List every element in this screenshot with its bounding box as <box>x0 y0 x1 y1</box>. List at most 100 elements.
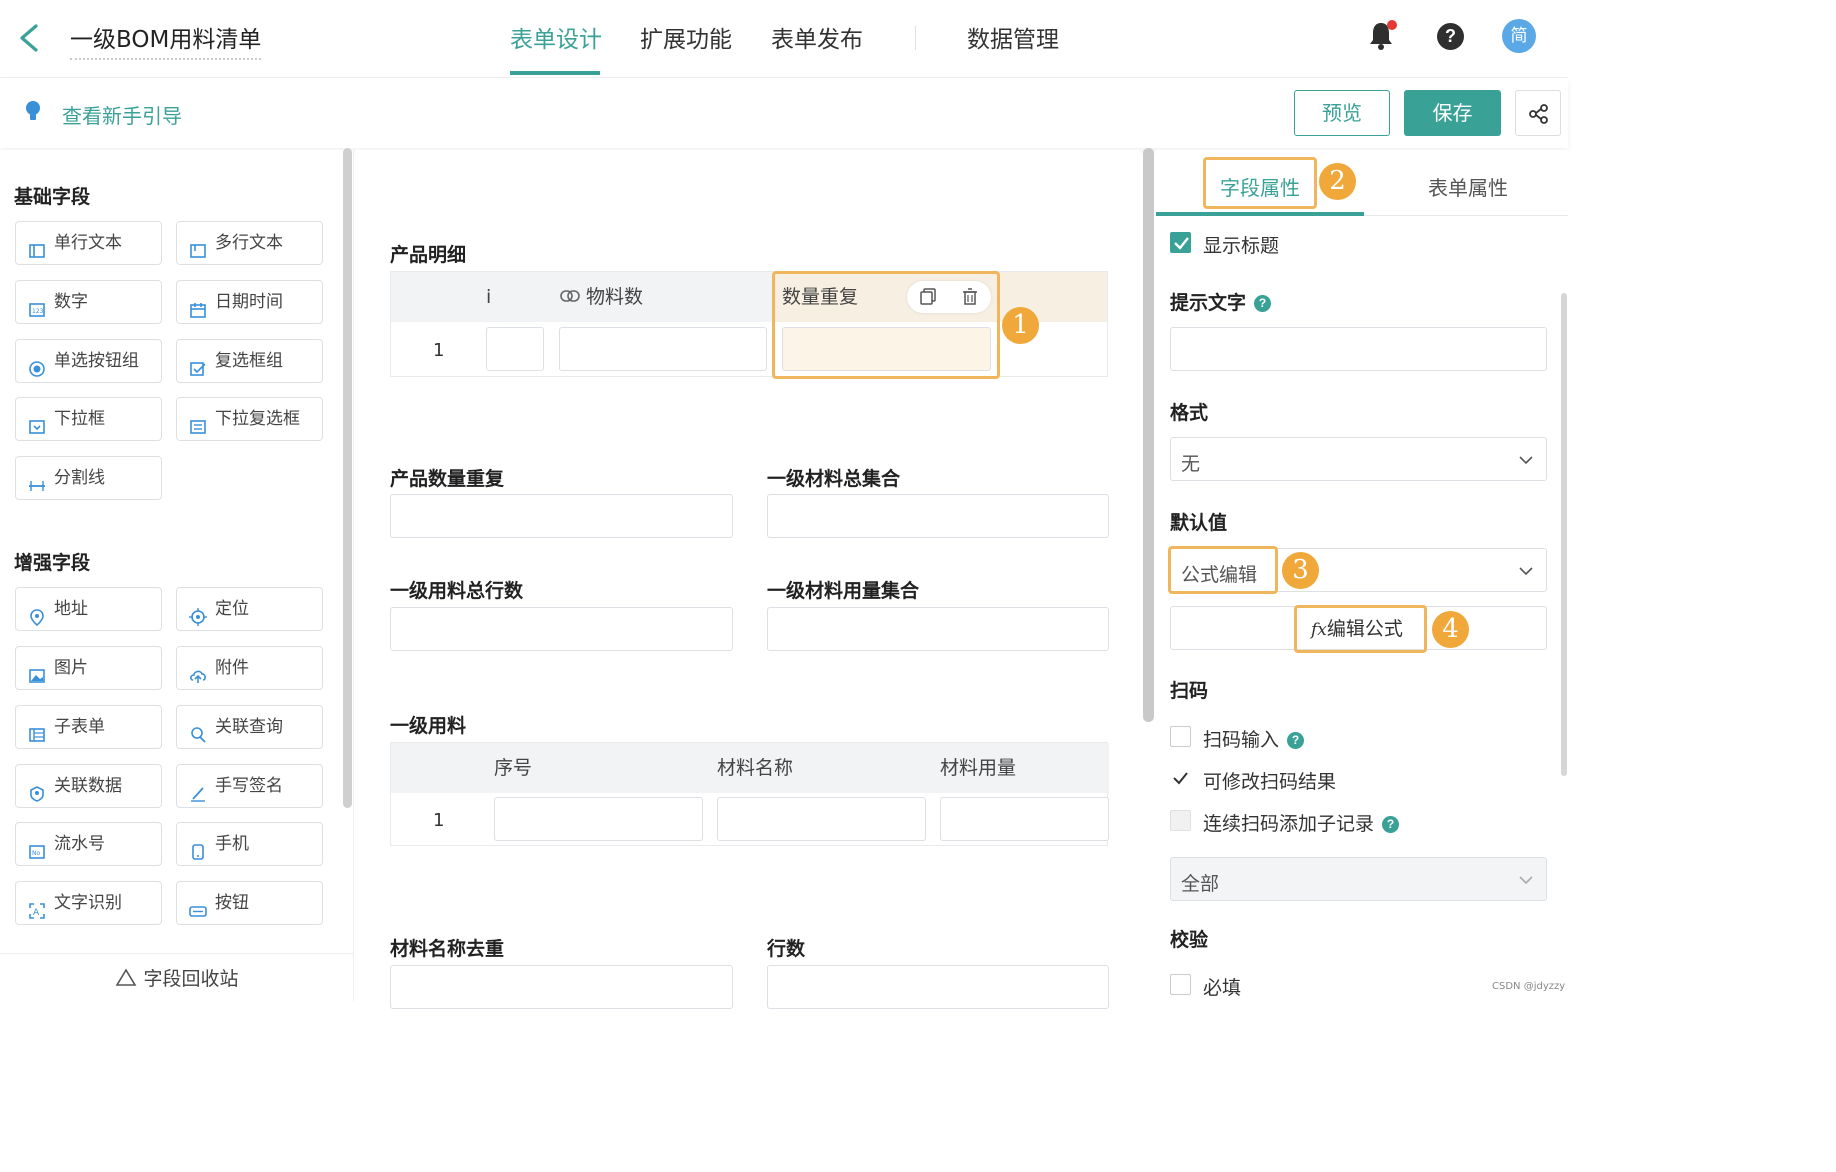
l1-material-qty-set-input[interactable] <box>767 607 1109 651</box>
help-circle-icon[interactable]: ? <box>1287 732 1305 749</box>
field-attachment[interactable]: 附件 <box>176 646 323 690</box>
field-image[interactable]: 图片 <box>15 646 162 690</box>
scan-input-checkbox[interactable] <box>1170 726 1191 747</box>
save-button[interactable]: 保存 <box>1404 90 1501 136</box>
field-subform[interactable]: 子表单 <box>15 705 162 749</box>
field-signature[interactable]: 手写签名 <box>176 764 323 808</box>
field-radio-group[interactable]: 单选按钮组 <box>15 339 162 383</box>
help-circle-icon[interactable]: ? <box>1254 295 1272 312</box>
scan-continuous-checkbox[interactable] <box>1170 810 1191 831</box>
material-name-dedup-input[interactable] <box>390 965 733 1009</box>
row-index: 1 <box>433 810 445 831</box>
scan-editable-checkbox[interactable] <box>1170 768 1191 789</box>
top-bar: 一级BOM用料清单 表单设计 扩展功能 表单发布 数据管理 ? 简 <box>0 0 1568 78</box>
share-button[interactable] <box>1515 90 1561 136</box>
tab-form-publish[interactable]: 表单发布 <box>771 20 863 54</box>
field-button[interactable]: 按钮 <box>176 881 323 925</box>
form-title[interactable]: 一级BOM用料清单 <box>70 20 262 60</box>
cell-input[interactable] <box>486 327 544 371</box>
beginner-guide-link[interactable]: 查看新手引导 <box>62 100 182 129</box>
field-divider[interactable]: 分割线 <box>15 456 162 500</box>
product-qty-repeat-label: 产品数量重复 <box>390 468 505 490</box>
scan-label: 扫码 <box>1170 680 1209 702</box>
cell-input-material-count[interactable] <box>559 327 767 371</box>
active-tab-indicator <box>510 71 600 75</box>
field-dropdown[interactable]: 下拉框 <box>15 397 162 441</box>
l1-material-subform[interactable]: 序号 材料名称 材料用量 1 <box>390 742 1109 846</box>
recycle-icon <box>116 968 137 986</box>
product-qty-repeat-input[interactable] <box>390 494 733 538</box>
field-dropdown-checkbox[interactable]: 下拉复选框 <box>176 397 323 441</box>
image-icon <box>28 659 46 683</box>
avatar[interactable]: 简 <box>1502 19 1536 53</box>
product-detail-subform[interactable]: i 物料数 数量重复 1 <box>390 271 1108 377</box>
column-serial[interactable]: 序号 <box>486 743 709 793</box>
preview-button[interactable]: 预览 <box>1294 90 1390 136</box>
tab-data-management[interactable]: 数据管理 <box>967 20 1059 54</box>
serial-number-icon: No <box>28 835 46 859</box>
chevron-down-icon <box>1519 876 1533 885</box>
back-arrow-icon[interactable] <box>14 18 44 58</box>
field-link-data[interactable]: 关联数据 <box>15 764 162 808</box>
link-search-icon <box>189 718 207 743</box>
column-material-count[interactable]: 物料数 <box>552 272 774 322</box>
field-palette: 基础字段 单行文本 多行文本 123 数字 日期时间 单选按钮组 复选框组 下拉… <box>0 150 354 1001</box>
field-ocr[interactable]: A 文字识别 <box>15 881 162 925</box>
canvas-scrollbar[interactable] <box>1143 148 1154 722</box>
single-line-text-icon <box>28 234 46 258</box>
field-datetime[interactable]: 日期时间 <box>176 280 323 324</box>
scan-scope-select[interactable]: 全部 <box>1170 857 1547 901</box>
l1-total-rows-input[interactable] <box>390 607 733 651</box>
properties-scrollbar[interactable] <box>1561 293 1567 776</box>
l1-total-rows-label: 一级用料总行数 <box>390 580 524 602</box>
show-title-label: 显示标题 <box>1203 235 1280 257</box>
required-checkbox[interactable] <box>1170 974 1191 995</box>
column-material-qty[interactable]: 材料用量 <box>932 743 1109 793</box>
help-icon[interactable]: ? <box>1437 23 1464 50</box>
cell-input-material-qty[interactable] <box>940 797 1109 841</box>
highlight-formula-mode <box>1168 546 1278 594</box>
hint-text-label: 提示文字 <box>1170 292 1247 314</box>
field-address[interactable]: 地址 <box>15 587 162 631</box>
left-scrollbar[interactable] <box>343 148 352 808</box>
step-badge-2: 2 <box>1319 163 1356 200</box>
validation-label: 校验 <box>1170 929 1209 951</box>
multi-line-text-icon <box>189 234 207 258</box>
material-name-dedup-label: 材料名称去重 <box>390 938 505 960</box>
field-number[interactable]: 123 数字 <box>15 280 162 324</box>
format-select[interactable]: 无 <box>1170 437 1547 481</box>
field-checkbox-group[interactable]: 复选框组 <box>176 339 323 383</box>
hint-text-input[interactable] <box>1170 327 1547 371</box>
cell-input-material-name[interactable] <box>717 797 926 841</box>
dropdown-icon <box>28 410 46 434</box>
field-recycle-bin[interactable]: 字段回收站 <box>0 953 354 1001</box>
field-mobile[interactable]: 手机 <box>176 822 323 866</box>
field-positioning[interactable]: 定位 <box>176 587 323 631</box>
show-title-checkbox[interactable] <box>1170 232 1191 253</box>
button-icon <box>189 894 207 917</box>
column-material-name[interactable]: 材料名称 <box>709 743 932 793</box>
tab-form-design[interactable]: 表单设计 <box>510 20 602 54</box>
row-count-input[interactable] <box>767 965 1109 1009</box>
field-single-line-text[interactable]: 单行文本 <box>15 221 162 265</box>
tab-extensions[interactable]: 扩展功能 <box>640 20 732 54</box>
sub-toolbar: 查看新手引导 预览 保存 <box>0 78 1568 148</box>
field-multi-line-text[interactable]: 多行文本 <box>176 221 323 265</box>
l1-material-total-set-input[interactable] <box>767 494 1109 538</box>
tab-form-properties[interactable]: 表单属性 <box>1428 172 1508 201</box>
share-icon <box>1529 104 1548 124</box>
field-link-query[interactable]: 关联查询 <box>176 705 323 749</box>
divider-icon <box>28 469 46 491</box>
help-circle-icon[interactable]: ? <box>1382 816 1400 833</box>
subform-icon <box>28 718 46 742</box>
scan-editable-label: 可修改扫码结果 <box>1203 771 1337 793</box>
enhanced-fields-title: 增强字段 <box>14 552 91 574</box>
step-badge-4: 4 <box>1432 611 1469 648</box>
step-badge-3: 3 <box>1282 552 1319 589</box>
truncated-column-header: i <box>486 286 492 308</box>
chevron-down-icon <box>1519 456 1533 465</box>
dropdown-checkbox-icon <box>189 410 207 434</box>
field-serial-number[interactable]: No 流水号 <box>15 822 162 866</box>
highlight-field-properties <box>1203 157 1317 209</box>
cell-input-serial[interactable] <box>494 797 703 841</box>
